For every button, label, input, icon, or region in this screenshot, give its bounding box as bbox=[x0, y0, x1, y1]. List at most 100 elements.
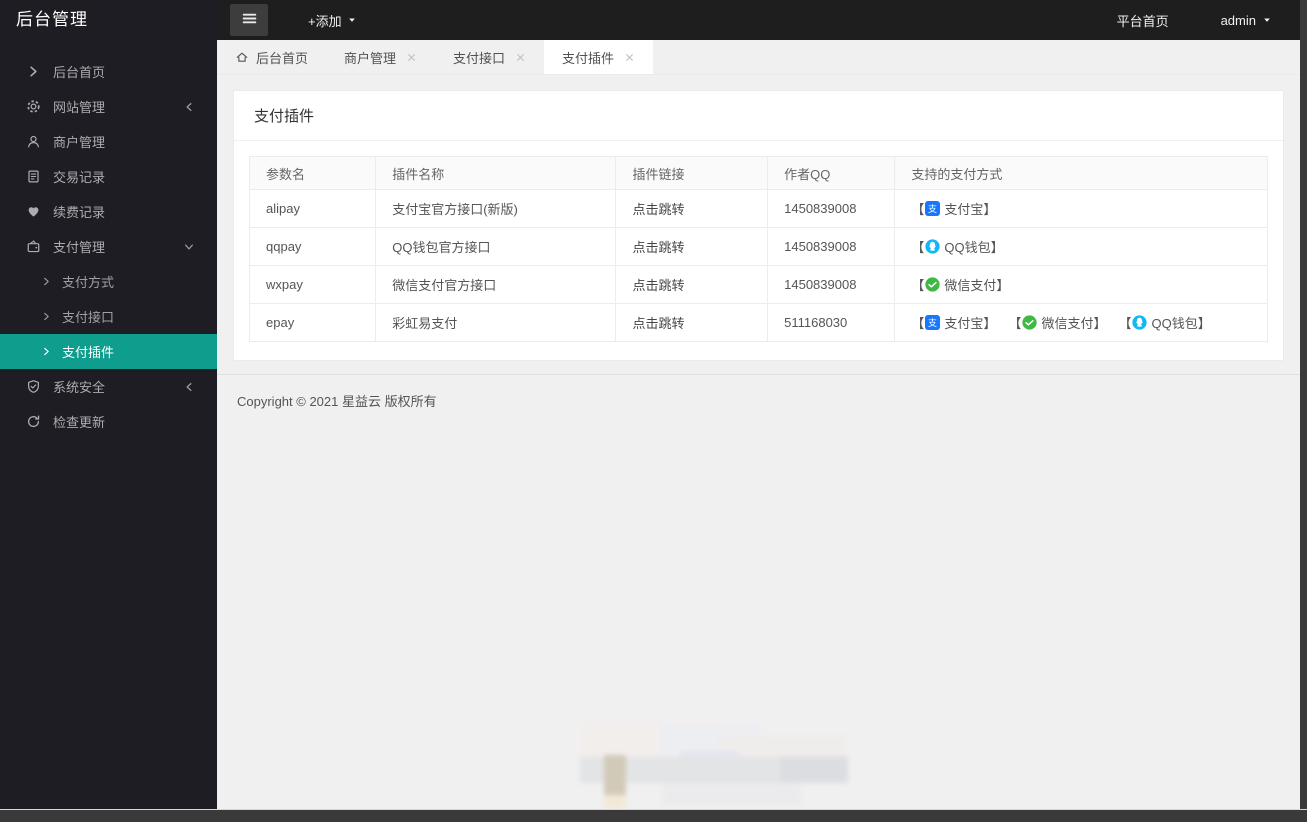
sidebar-item-label: 支付管理 bbox=[53, 240, 106, 255]
payment-method-badge-wechat: 【微信支付】 bbox=[911, 275, 1009, 294]
plugin-link-cell: 点击跳转 bbox=[615, 303, 769, 342]
tab-payment-plugins[interactable]: 支付插件 bbox=[544, 40, 654, 74]
sidebar-item-system-security[interactable]: 系统安全 bbox=[0, 369, 217, 404]
sidebar-item-payment-methods[interactable]: 支付方式 bbox=[0, 264, 217, 299]
table-row: alipay 支付宝官方接口(新版) 点击跳转 1450839008 【支支付宝】 bbox=[248, 189, 1268, 228]
qq-icon bbox=[1132, 315, 1148, 330]
tab-label: 支付插件 bbox=[562, 50, 615, 66]
payment-method-label: QQ钱包 bbox=[1151, 316, 1198, 331]
sidebar-toggle-button[interactable] bbox=[230, 4, 268, 36]
plugins-table: 参数名 插件名称 插件链接 作者QQ 支持的支付方式 alipay 支付宝官方接口(新版)… bbox=[248, 156, 1268, 342]
payment-method-label: 支付宝 bbox=[944, 202, 984, 217]
main-content: 支付插件 参数名 插件名称 插件链接 作者QQ 支持的支付方式 alipay 支付宝官方接… bbox=[217, 76, 1300, 809]
payment-method-label: QQ钱包 bbox=[944, 240, 991, 255]
payment-method-badge-alipay: 【支支付宝】 bbox=[911, 199, 996, 218]
svg-text:支: 支 bbox=[928, 317, 937, 328]
plugin-link[interactable]: 点击跳转 bbox=[632, 316, 684, 331]
table-row: wxpay 微信支付官方接口 点击跳转 1450839008 【微信支付】 bbox=[248, 265, 1268, 304]
column-header: 参数名 bbox=[248, 156, 377, 190]
sidebar-item-check-updates[interactable]: 检查更新 bbox=[0, 404, 217, 439]
hamburger-icon bbox=[241, 10, 258, 30]
table-header-row: 参数名 插件名称 插件链接 作者QQ 支持的支付方式 bbox=[248, 156, 1268, 190]
column-header: 作者QQ bbox=[767, 156, 896, 190]
add-button-label: +添加 bbox=[308, 13, 342, 29]
sidebar-item-label: 支付插件 bbox=[62, 345, 115, 360]
user-dropdown[interactable]: admin bbox=[1221, 13, 1272, 28]
close-icon[interactable] bbox=[515, 52, 526, 63]
window-frame-right bbox=[1300, 0, 1307, 822]
add-dropdown-button[interactable]: +添加 bbox=[308, 11, 357, 30]
payment-method-badge-qq: 【QQ钱包】 bbox=[911, 237, 1004, 256]
user-icon bbox=[25, 134, 41, 150]
payment-method-label: 微信支付 bbox=[944, 278, 997, 293]
plugin-name: QQ钱包官方接口 bbox=[375, 227, 617, 266]
plugin-link[interactable]: 点击跳转 bbox=[632, 278, 684, 293]
supported-methods-cell: 【支支付宝】 bbox=[894, 189, 1268, 228]
sidebar-item-merchant-management[interactable]: 商户管理 bbox=[0, 124, 217, 159]
tab-payment-interface[interactable]: 支付接口 bbox=[435, 40, 544, 74]
app-title: 后台管理 bbox=[16, 10, 88, 29]
sidebar-item-label: 交易记录 bbox=[53, 170, 106, 185]
wallet-icon bbox=[25, 239, 41, 255]
chevron-left-icon bbox=[183, 381, 195, 393]
supported-methods-cell: 【支支付宝】【微信支付】【QQ钱包】 bbox=[894, 303, 1268, 342]
tab-label: 后台首页 bbox=[256, 50, 309, 66]
supported-methods-cell: 【QQ钱包】 bbox=[894, 227, 1268, 266]
column-header: 插件名称 bbox=[375, 156, 617, 190]
sidebar-item-transaction-records[interactable]: 交易记录 bbox=[0, 159, 217, 194]
plugin-param: epay bbox=[248, 303, 377, 342]
chevron-right-icon bbox=[25, 64, 41, 80]
refresh-icon bbox=[25, 414, 41, 430]
plugin-link[interactable]: 点击跳转 bbox=[632, 202, 684, 217]
caret-down-icon bbox=[347, 15, 357, 25]
sidebar-item-label: 检查更新 bbox=[53, 415, 106, 430]
payment-method-label: 支付宝 bbox=[944, 316, 984, 331]
sidebar-item-label: 后台首页 bbox=[53, 65, 106, 80]
username-label: admin bbox=[1220, 12, 1256, 28]
sidebar-item-payment-management[interactable]: 支付管理 bbox=[0, 229, 217, 264]
tab-merchant-management[interactable]: 商户管理 bbox=[326, 40, 435, 74]
close-icon[interactable] bbox=[406, 52, 417, 63]
alipay-icon: 支 bbox=[925, 201, 941, 216]
panel-title: 支付插件 bbox=[234, 91, 1283, 141]
table-row: epay 彩虹易支付 点击跳转 511168030 【支支付宝】【微信支付】【QQ钱包】 bbox=[248, 303, 1268, 342]
plugin-param: alipay bbox=[248, 189, 377, 228]
qq-icon bbox=[925, 239, 941, 254]
sidebar: 后台管理 后台首页网站管理 商户管理交易记录续费记录支付管理支付方式 支付接口支付插… bbox=[0, 0, 217, 809]
gear-icon bbox=[25, 99, 41, 115]
plugin-link[interactable]: 点击跳转 bbox=[632, 240, 684, 255]
topbar: +添加 平台首页 admin bbox=[217, 0, 1300, 40]
chevron-down-icon bbox=[183, 241, 195, 253]
close-icon[interactable] bbox=[624, 52, 635, 63]
supported-methods-cell: 【微信支付】 bbox=[894, 265, 1268, 304]
tab-dashboard-home[interactable]: 后台首页 bbox=[217, 40, 326, 74]
plugin-param: qqpay bbox=[248, 227, 377, 266]
column-header: 支持的支付方式 bbox=[894, 156, 1268, 190]
author-qq: 1450839008 bbox=[767, 265, 896, 304]
sidebar-item-payment-interface[interactable]: 支付接口 bbox=[0, 299, 217, 334]
plugin-name: 彩虹易支付 bbox=[375, 303, 617, 342]
plugin-link-cell: 点击跳转 bbox=[615, 227, 769, 266]
platform-home-link[interactable]: 平台首页 bbox=[1117, 11, 1169, 30]
alipay-icon: 支 bbox=[925, 315, 941, 330]
payment-method-badge-qq: 【QQ钱包】 bbox=[1118, 313, 1211, 332]
payment-method-label: 微信支付 bbox=[1041, 316, 1094, 331]
plugin-link-cell: 点击跳转 bbox=[615, 265, 769, 304]
author-qq: 511168030 bbox=[767, 303, 896, 342]
chevron-right-icon bbox=[40, 309, 52, 325]
svg-text:支: 支 bbox=[928, 203, 937, 214]
table-row: qqpay QQ钱包官方接口 点击跳转 1450839008 【QQ钱包】 bbox=[248, 227, 1268, 266]
shield-icon bbox=[25, 379, 41, 395]
tab-label: 支付接口 bbox=[453, 50, 506, 66]
copyright-text: Copyright © 2021 星益云 版权所有 bbox=[237, 394, 437, 409]
tab-label: 商户管理 bbox=[344, 50, 397, 66]
document-icon bbox=[25, 169, 41, 185]
sidebar-item-site-management[interactable]: 网站管理 bbox=[0, 89, 217, 124]
panel-body: 参数名 插件名称 插件链接 作者QQ 支持的支付方式 alipay 支付宝官方接口(新版)… bbox=[234, 141, 1283, 360]
home-icon bbox=[235, 50, 249, 64]
sidebar-item-renewal-records[interactable]: 续费记录 bbox=[0, 194, 217, 229]
plugin-param: wxpay bbox=[248, 265, 377, 304]
topbar-right: 平台首页 admin bbox=[1117, 11, 1300, 30]
sidebar-item-dashboard-home[interactable]: 后台首页 bbox=[0, 54, 217, 89]
sidebar-item-payment-plugins[interactable]: 支付插件 bbox=[0, 334, 217, 369]
